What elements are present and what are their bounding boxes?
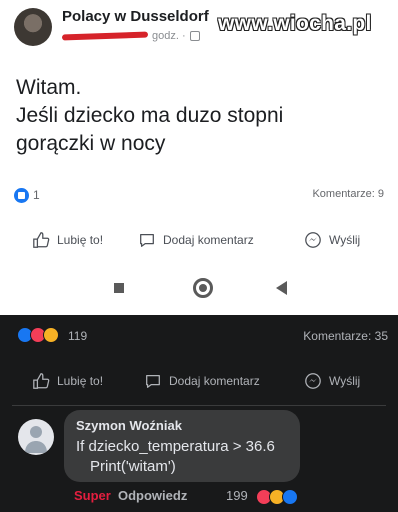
share-button[interactable]: Wyślij [304,226,360,254]
comment-reaction-count: 199 [226,488,248,503]
comment-button[interactable]: Dodaj komentarz [138,226,254,254]
group-avatar[interactable] [14,8,52,46]
person-silhouette-icon [25,426,47,453]
comments-count[interactable]: Komentarze: 35 [303,329,388,343]
like-button[interactable]: Lubię to! [32,367,103,395]
reaction-summary[interactable]: 119 Komentarze: 35 [0,327,398,347]
reaction-count: 119 [68,329,88,343]
post-line: gorączki w nocy [16,132,166,155]
messenger-icon [305,373,321,389]
dark-post: 119 Komentarze: 35 Lubię to! Dodaj komen… [0,315,398,512]
post-line: Jeśli dziecko ma duzo stopni [16,104,284,127]
post-line: Witam. [16,76,82,99]
recents-icon[interactable] [114,283,124,293]
divider [12,405,386,406]
light-post: Polacy w Dusseldorf godz. · www.wiocha.p… [0,0,398,315]
commenter-avatar[interactable] [18,419,54,455]
android-nav-bar [0,274,398,304]
post-body: Witam. Jeśli dziecko ma duzo stopni gorą… [16,74,386,158]
audience-icon [189,31,200,41]
comment-label: Dodaj komentarz [169,374,260,388]
like-reaction-icon [282,489,298,505]
watermark: www.wiocha.pl [218,12,372,35]
post-actions: Lubię to! Dodaj komentarz Wyślij [0,226,398,254]
like-reaction-icon [14,188,29,203]
thumbs-up-icon [33,232,50,248]
share-label: Wyślij [329,374,361,388]
messenger-icon [305,232,321,248]
group-name[interactable]: Polacy w Dusseldorf [62,8,209,25]
back-icon[interactable] [276,281,287,295]
comments-count[interactable]: Komentarze: 9 [312,188,384,200]
comment-label: Dodaj komentarz [163,233,254,247]
comment-bubble: Szymon Woźniak If dziecko_temperatura > … [64,410,300,482]
comment-line: Print('witam') [90,458,176,475]
haha-reaction-icon [43,327,59,343]
thumbs-up-icon [33,373,50,389]
comment-icon [140,233,154,247]
comment-author[interactable]: Szymon Woźniak [76,418,182,433]
redaction-scribble [61,31,149,41]
post-actions: Lubię to! Dodaj komentarz Wyślij [0,367,398,395]
share-button[interactable]: Wyślij [304,367,360,395]
share-label: Wyślij [329,233,361,247]
comment-icon [146,374,160,388]
like-button[interactable]: Lubię to! [32,226,103,254]
post-time: godz. · [152,30,186,42]
reaction-summary[interactable]: 1 Komentarze: 9 [14,186,384,204]
like-label: Lubię to! [57,374,104,388]
reply-button[interactable]: Odpowiedz [118,488,187,503]
like-label: Lubię to! [57,233,104,247]
comment-button[interactable]: Dodaj komentarz [144,367,260,395]
super-reaction-button[interactable]: Super [74,488,111,503]
home-icon[interactable] [193,278,213,298]
reaction-count: 1 [33,188,40,202]
comment-line: If dziecko_temperatura > 36.6 [76,438,275,455]
comment-actions: Super Odpowiedz 199 [0,488,398,506]
post-meta: godz. · [61,30,200,42]
